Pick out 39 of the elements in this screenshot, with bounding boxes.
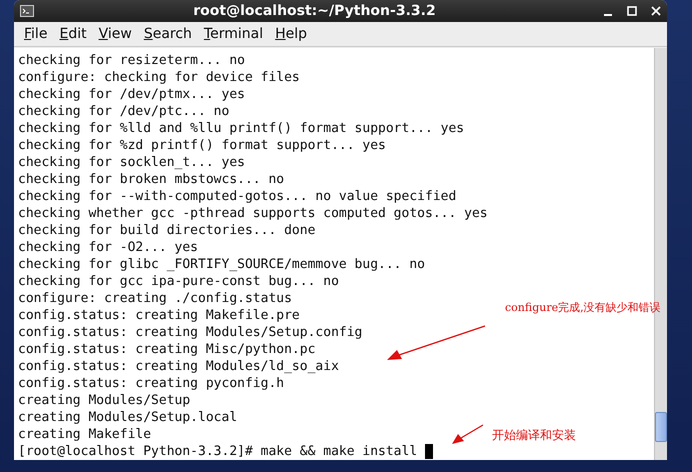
output-line: checking for resizeterm... no [18, 52, 245, 69]
command-line: [root@localhost Python-3.3.2]# make && make install [18, 443, 418, 460]
output-line: checking for -O2... yes [18, 239, 198, 256]
menu-item[interactable]: File [18, 24, 54, 44]
menu-item[interactable]: Help [269, 24, 314, 44]
output-line: config.status: creating Misc/python.pc [18, 341, 316, 358]
output-line: checking for /dev/ptc... no [18, 103, 230, 120]
annotation-text: 开始编译和安装 [492, 427, 576, 444]
output-line: config.status: creating Modules/Setup.config [18, 324, 362, 341]
output-line: checking for broken mbstowcs... no [18, 171, 284, 188]
output-line: creating Makefile [18, 426, 152, 443]
output-line: checking for glibc _FORTIFY_SOURCE/memmove bug... no [18, 256, 425, 273]
output-line: checking for build directories... done [18, 222, 316, 239]
output-line: checking for gcc ipa-pure-const bug... no [18, 273, 339, 290]
terminal-icon [20, 4, 34, 17]
menu-item[interactable]: Search [138, 24, 198, 44]
output-line: checking for %zd printf() format support... yes [18, 137, 386, 154]
annotation-text: configure完成,没有缺少和错误 [505, 300, 661, 315]
maximize-icon[interactable] [627, 6, 637, 16]
menu-item[interactable]: View [92, 24, 138, 44]
output-line: checking for socklen_t... yes [18, 154, 245, 171]
menu-item[interactable]: Terminal [198, 24, 270, 44]
output-line: checking for /dev/ptmx... yes [18, 86, 245, 103]
menu-item[interactable]: Edit [53, 24, 93, 44]
annotation-arrow [451, 424, 484, 446]
output-line: config.status: creating pyconfig.h [18, 375, 284, 392]
output-line: configure: checking for device files [18, 69, 300, 86]
output-line: creating Modules/Setup.local [18, 409, 238, 426]
output-line: checking whether gcc -pthread supports computed gotos... yes [18, 205, 488, 222]
window-title: root@localhost:~/Python-3.3.2 [192, 2, 437, 19]
scrollbar-thumb[interactable] [655, 412, 667, 442]
close-icon[interactable] [651, 6, 661, 16]
output-line: configure: creating ./config.status [18, 290, 292, 307]
text-cursor [425, 444, 434, 459]
output-line: checking for %lld and %llu printf() format support... yes [18, 120, 464, 137]
output-line: config.status: creating Modules/ld_so_aix [18, 358, 339, 375]
output-line: creating Modules/Setup [18, 392, 190, 409]
output-line: config.status: creating Makefile.pre [18, 307, 300, 324]
output-line: checking for --with-computed-gotos... no value specified [18, 188, 456, 205]
